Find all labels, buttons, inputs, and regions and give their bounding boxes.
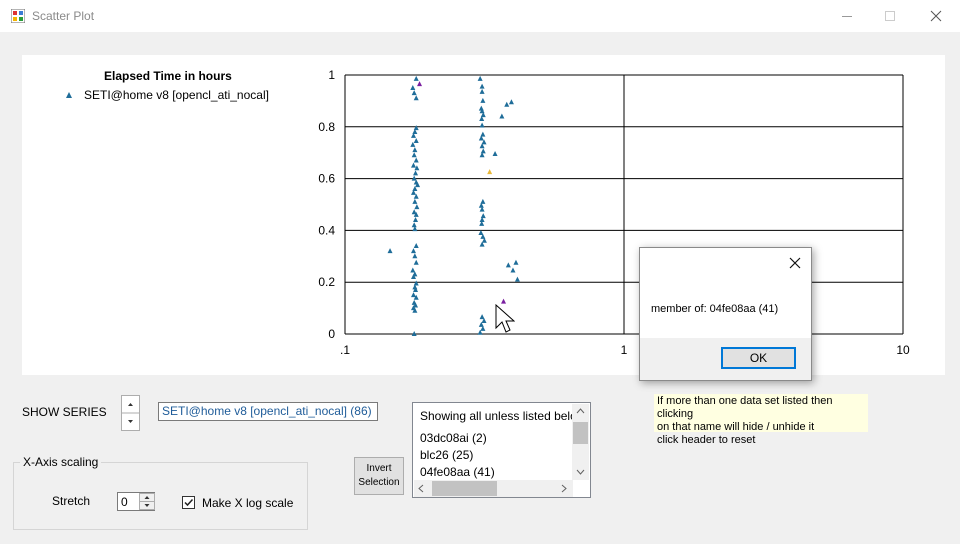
member-dialog: member of: 04fe08aa (41) OK — [639, 247, 812, 381]
close-button[interactable] — [913, 0, 959, 32]
invert-label-line2: Selection — [358, 477, 400, 488]
invert-selection-button[interactable]: Invert Selection — [354, 457, 404, 495]
maximize-button[interactable] — [867, 0, 913, 32]
horizontal-scrollbar-icons — [418, 481, 567, 496]
ok-button[interactable]: OK — [721, 347, 796, 369]
hint-line: on that name will hide / unhide it — [657, 421, 815, 433]
list-item[interactable]: 04fe08aa (41) — [420, 465, 495, 479]
list-item[interactable]: blc26 (25) — [420, 448, 473, 462]
maximize-icon — [885, 11, 895, 21]
x-axis-group-label: X-Axis scaling — [20, 455, 102, 469]
log-scale-label[interactable]: Make X log scale — [202, 496, 293, 510]
app-icon — [11, 9, 25, 23]
series-spinner[interactable] — [121, 395, 140, 431]
stretch-value: 0 — [121, 495, 128, 509]
invert-label-line1: Invert — [366, 463, 392, 474]
dialog-close-icon[interactable] — [786, 254, 804, 272]
checkmark-icon — [184, 498, 194, 507]
vertical-scrollbar[interactable] — [572, 404, 589, 480]
hint-line: click header to reset — [657, 434, 756, 446]
chart-title: Elapsed Time in hours — [104, 69, 232, 83]
log-scale-checkbox[interactable] — [182, 496, 195, 509]
minimize-button[interactable] — [824, 0, 870, 32]
legend-label: SETI@home v8 [opencl_ati_nocal] — [84, 88, 269, 102]
title-bar: Scatter Plot — [0, 0, 960, 32]
horizontal-scrollbar[interactable] — [414, 480, 573, 497]
show-series-label: SHOW SERIES — [22, 405, 107, 419]
triangle-marker-icon — [66, 92, 72, 98]
legend-item[interactable]: SETI@home v8 [opencl_ati_nocal] — [66, 88, 269, 102]
mouse-cursor-icon — [495, 304, 515, 333]
dialog-footer: OK — [640, 338, 811, 380]
dialog-message: member of: 04fe08aa (41) — [651, 303, 779, 315]
minimize-icon — [842, 16, 852, 17]
list-item[interactable]: 03dc08ai (2) — [420, 431, 487, 445]
vertical-scrollbar-icons — [573, 408, 588, 475]
stretch-stepper[interactable]: 0 — [117, 492, 155, 511]
spinner-arrows-icon — [122, 403, 139, 423]
dataset-listbox[interactable]: Showing all unless listed below 03dc08ai… — [412, 402, 591, 498]
close-icon — [930, 10, 942, 22]
list-header[interactable]: Showing all unless listed below — [420, 409, 585, 423]
stretch-label: Stretch — [52, 494, 91, 508]
stepper-arrows-icon[interactable] — [139, 493, 155, 510]
hint-tooltip: If more than one data set listed then cl… — [654, 394, 868, 446]
window-title: Scatter Plot — [32, 9, 95, 23]
series-textbox[interactable]: SETI@home v8 [opencl_ati_nocal] (86) — [158, 402, 378, 421]
hint-line: If more than one data set listed then cl… — [657, 395, 833, 420]
